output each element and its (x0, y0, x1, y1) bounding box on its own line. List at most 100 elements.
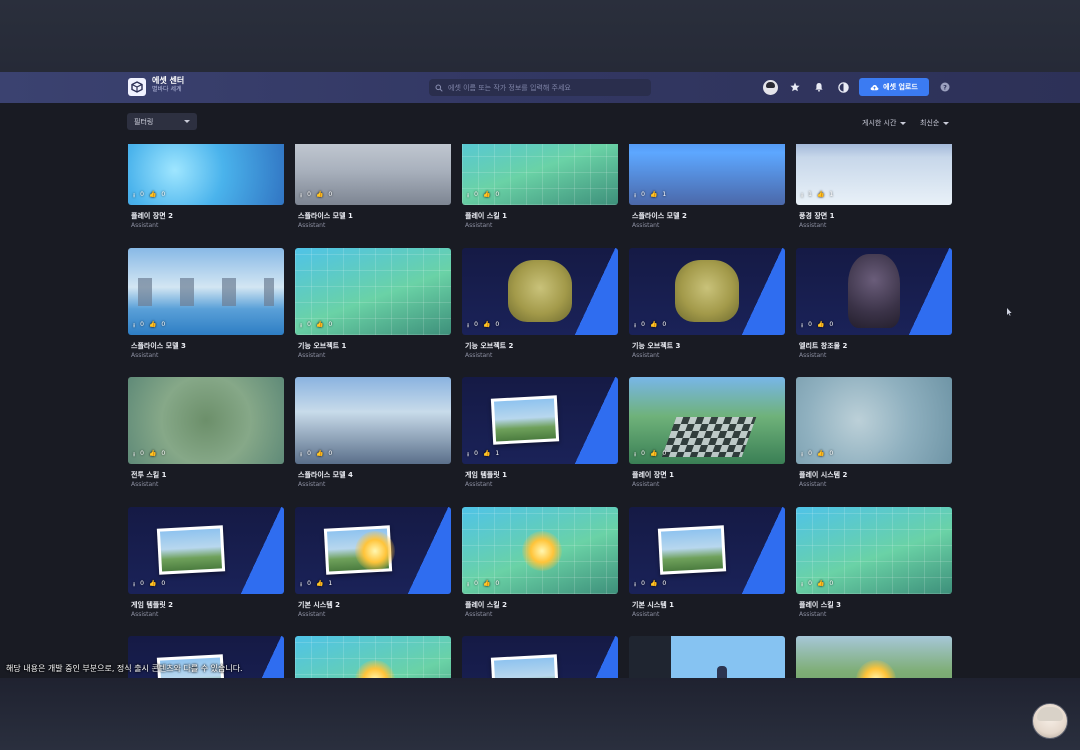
sort-order-dropdown[interactable]: 최신순 (920, 118, 950, 128)
asset-title[interactable]: 플레이 시스템 2 (799, 470, 847, 480)
asset-card[interactable]: ⭳ 0 👍 0 엘리트 창조물 2 Assistant (796, 247, 952, 378)
asset-title[interactable]: 플레이 스킬 2 (465, 600, 507, 610)
asset-card[interactable] (796, 636, 952, 678)
asset-title[interactable]: 게임 템플릿 2 (131, 600, 173, 610)
asset-title[interactable]: 스플라이스 모델 1 (298, 211, 353, 221)
asset-thumbnail[interactable] (295, 636, 451, 678)
brand-title: 에셋 센터 (152, 76, 185, 85)
asset-title[interactable]: 기능 오브젝트 1 (298, 341, 346, 351)
asset-thumbnail[interactable]: ⭳ 0 👍 0 (629, 377, 785, 464)
asset-thumbnail[interactable]: ⭳ 0 👍 0 (796, 506, 952, 594)
asset-card[interactable]: ⭳ 0 👍 0 기능 오브젝트 3 Assistant (629, 247, 785, 378)
asset-thumbnail[interactable] (629, 636, 785, 678)
search-bar[interactable] (429, 79, 651, 96)
bell-icon[interactable] (812, 80, 826, 94)
asset-thumbnail[interactable]: ⭳ 0 👍 0 (295, 247, 451, 335)
asset-author: Assistant (799, 222, 827, 229)
asset-card[interactable]: ⭳ 0 👍 0 기능 오브젝트 1 Assistant (295, 247, 451, 378)
download-count: 0 (808, 450, 812, 457)
asset-card[interactable]: ⭳ 0 👍 0 플레이 스킬 2 Assistant (462, 506, 618, 637)
search-input[interactable] (448, 83, 638, 92)
asset-thumbnail[interactable]: ⭳ 0 👍 0 (128, 247, 284, 335)
asset-thumbnail[interactable]: ⭳ 0 👍 0 (128, 377, 284, 464)
asset-thumbnail[interactable]: ⭳ 0 👍 0 (629, 506, 785, 594)
asset-card[interactable]: ⭳ 0 👍 0 플레이 시스템 2 Assistant (796, 377, 952, 507)
asset-thumbnail[interactable]: ⭳ 0 👍 0 (796, 247, 952, 335)
asset-author: Assistant (465, 610, 493, 618)
asset-card[interactable] (629, 636, 785, 678)
checker-floor (661, 417, 757, 457)
asset-title[interactable]: 스플라이스 모델 3 (131, 341, 186, 351)
asset-thumbnail[interactable]: ⭳ 0 👍 1 (462, 377, 618, 464)
asset-title[interactable]: 게임 템플릿 1 (465, 470, 507, 480)
asset-thumbnail[interactable]: ⭳ 0 👍 0 (295, 377, 451, 464)
asset-grid-viewport[interactable]: ⭳ 0 👍 0 플레이 장면 2 Assistant ⭳ 0 👍 0 스플라이스 모델 1 Assis… (0, 144, 1080, 678)
asset-title[interactable]: 기본 시스템 2 (298, 600, 340, 610)
asset-thumbnail[interactable]: ⭳ 0 👍 0 (462, 247, 618, 335)
tree-model (508, 259, 572, 322)
asset-stats: ⭳ 0 👍 0 (467, 321, 499, 331)
filter-dropdown[interactable]: 필터링 (127, 113, 197, 130)
asset-card[interactable]: ⭳ 0 👍 1 기본 시스템 2 Assistant (295, 506, 451, 637)
star-icon[interactable] (788, 80, 802, 94)
asset-card[interactable]: ⭳ 0 👍 0 스플라이스 모델 1 Assistant (295, 144, 451, 248)
asset-title[interactable]: 스플라이스 모델 2 (632, 211, 687, 221)
asset-title[interactable]: 플레이 스킬 3 (799, 600, 841, 610)
upload-asset-button[interactable]: 에셋 업로드 (859, 78, 929, 96)
asset-card[interactable]: ⭳ 0 👍 1 게임 템플릿 1 Assistant (462, 377, 618, 507)
asset-thumbnail[interactable] (462, 636, 618, 678)
asset-title[interactable]: 전투 스킬 1 (131, 470, 167, 480)
svg-text:?: ? (943, 83, 947, 91)
asset-thumbnail[interactable]: ⭳ 0 👍 0 (796, 377, 952, 464)
asset-card[interactable]: ⭳ 0 👍 0 기본 시스템 1 Assistant (629, 506, 785, 637)
asset-thumbnail[interactable]: ⭳ 0 👍 0 (128, 506, 284, 594)
asset-card[interactable]: ⭳ 0 👍 0 플레이 스킬 3 Assistant (796, 506, 952, 637)
asset-thumbnail[interactable]: ⭳ 0 👍 0 (462, 506, 618, 594)
asset-card[interactable]: ⭳ 0 👍 0 기능 오브젝트 2 Assistant (462, 247, 618, 378)
like-icon: 👍 (816, 320, 825, 328)
asset-stats: ⭳ 1 👍 1 (801, 191, 833, 201)
asset-card[interactable]: ⭳ 0 👍 0 플레이 장면 1 Assistant (629, 377, 785, 507)
asset-thumbnail[interactable]: ⭳ 0 👍 1 (629, 144, 785, 205)
asset-title[interactable]: 기능 오브젝트 2 (465, 341, 513, 351)
asset-card[interactable]: ⭳ 1 👍 1 풍경 장면 1 Assistant (796, 144, 952, 248)
video-frame-top (0, 0, 1080, 72)
download-icon: ⭳ (300, 580, 303, 588)
asset-title[interactable]: 스플라이스 모델 4 (298, 470, 353, 480)
asset-title[interactable]: 플레이 장면 2 (131, 211, 173, 221)
asset-thumbnail[interactable]: ⭳ 0 👍 0 (295, 144, 451, 205)
user-avatar[interactable] (763, 80, 778, 95)
asset-thumbnail[interactable]: ⭳ 0 👍 0 (462, 144, 618, 205)
asset-card[interactable]: ⭳ 0 👍 0 게임 템플릿 2 Assistant (128, 506, 284, 637)
asset-title[interactable]: 엘리트 창조물 2 (799, 341, 847, 351)
asset-thumbnail[interactable]: ⭳ 0 👍 0 (128, 144, 284, 205)
asset-thumbnail[interactable]: ⭳ 1 👍 1 (796, 144, 952, 205)
asset-card[interactable] (462, 636, 618, 678)
effect-burst (355, 660, 395, 678)
like-count: 1 (495, 450, 500, 457)
asset-card[interactable]: ⭳ 0 👍 0 전투 스킬 1 Assistant (128, 377, 284, 507)
asset-card[interactable] (295, 636, 451, 678)
brand[interactable]: 에셋 센터 별바다 세계 (152, 77, 184, 93)
asset-card[interactable]: ⭳ 0 👍 0 스플라이스 모델 3 Assistant (128, 247, 284, 378)
help-icon[interactable]: ? (938, 80, 952, 94)
like-icon: 👍 (649, 320, 658, 328)
asset-thumbnail[interactable]: ⭳ 0 👍 1 (295, 506, 451, 594)
asset-title[interactable]: 풍경 장면 1 (799, 211, 835, 221)
download-icon: ⭳ (133, 321, 136, 329)
cube-logo-icon[interactable] (128, 78, 146, 96)
sort-time-dropdown[interactable]: 게시한 시간 (862, 118, 907, 128)
ice-blocks (138, 277, 274, 306)
asset-card[interactable]: ⭳ 0 👍 0 플레이 스킬 1 Assistant (462, 144, 618, 248)
asset-title[interactable]: 기본 시스템 1 (632, 600, 674, 610)
asset-title[interactable]: 플레이 장면 1 (632, 470, 674, 480)
asset-card[interactable]: ⭳ 0 👍 0 플레이 장면 2 Assistant (128, 144, 284, 248)
asset-card[interactable]: ⭳ 0 👍 1 스플라이스 모델 2 Assistant (629, 144, 785, 248)
like-icon: 👍 (816, 450, 825, 457)
asset-card[interactable]: ⭳ 0 👍 0 스플라이스 모델 4 Assistant (295, 377, 451, 507)
asset-thumbnail[interactable] (796, 636, 952, 678)
theme-icon[interactable] (836, 80, 850, 94)
asset-title[interactable]: 기능 오브젝트 3 (632, 341, 680, 351)
asset-thumbnail[interactable]: ⭳ 0 👍 0 (629, 247, 785, 335)
asset-title[interactable]: 플레이 스킬 1 (465, 211, 507, 221)
